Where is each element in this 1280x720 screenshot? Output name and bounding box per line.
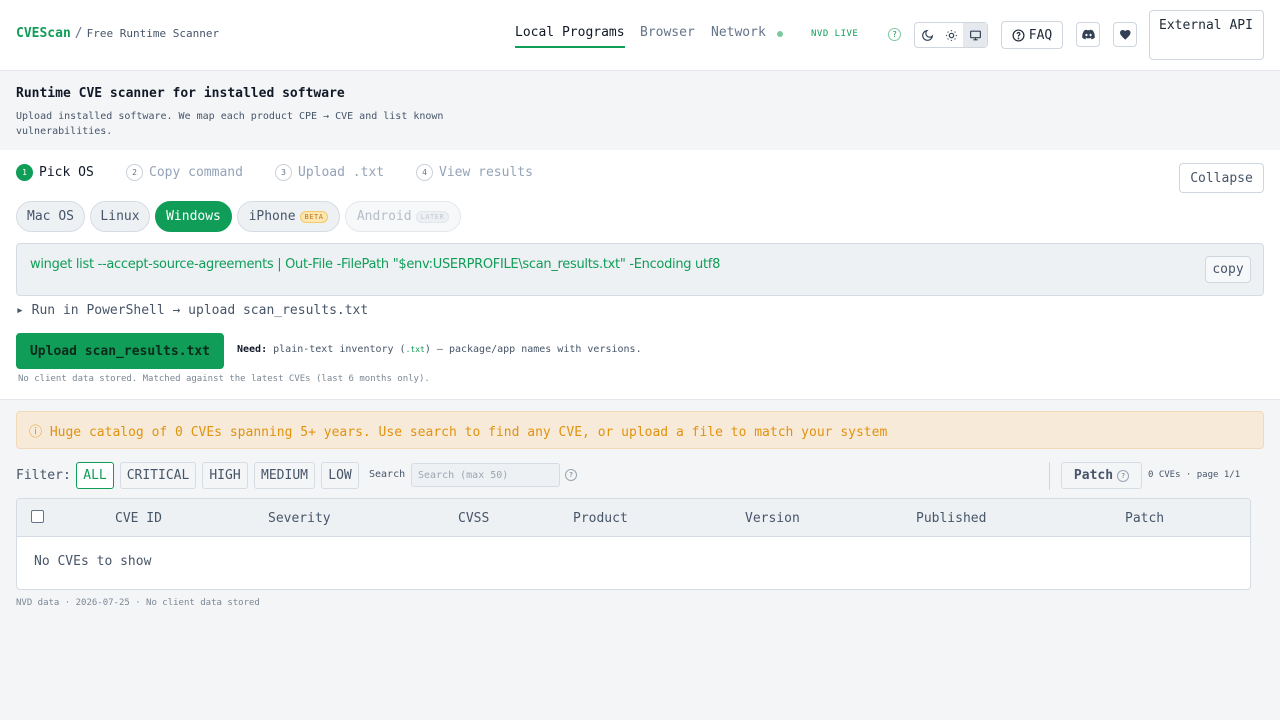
column-published[interactable]: Published [916,511,986,526]
column-patch[interactable]: Patch [1125,511,1164,526]
column-cvss[interactable]: CVSS [458,511,489,526]
command-box: winget list --accept-source-agreements |… [16,243,1264,296]
os-android-label: Android [356,209,412,224]
help-icon[interactable]: ? [888,28,901,41]
step-copy-command[interactable]: 2 Copy command [126,164,243,181]
sun-icon [945,29,957,41]
select-all-checkbox[interactable] [31,510,44,523]
filter-high[interactable]: HIGH [202,462,248,489]
os-iphone-button[interactable]: iPhone BETA [237,201,340,232]
dark-theme-button[interactable] [915,23,939,47]
theme-switcher [914,22,988,48]
step-number: 3 [275,164,292,181]
brand-separator: / [74,26,83,41]
beta-badge: BETA [299,210,329,223]
column-severity[interactable]: Severity [268,511,331,526]
step-pick-os[interactable]: 1 Pick OS [16,164,94,181]
external-api-button[interactable]: External API [1149,10,1264,60]
search-label: Search [369,469,406,480]
discord-icon [1081,29,1095,40]
upload-button[interactable]: Upload scan_results.txt [16,333,224,369]
live-status-dot [777,31,783,37]
brand[interactable]: CVEScan / Free Runtime Scanner [16,26,219,41]
nvd-live-badge: NVD LIVE [811,29,859,39]
toolbar-divider [1049,462,1050,490]
filter-label: Filter: [16,468,71,483]
upload-requirements: Need: plain-text inventory (.txt) — pack… [237,344,642,355]
search-help-icon[interactable]: ? [565,469,577,481]
column-product[interactable]: Product [573,511,628,526]
page-title: Runtime CVE scanner for installed softwa… [16,86,345,101]
footer: NVD data · 2026-07-25 · No client data s… [16,598,260,608]
step-number: 1 [16,164,33,181]
os-windows-button[interactable]: Windows [155,201,232,232]
page-description: Upload installed software. We map each p… [16,111,444,137]
page-info: 0 CVEs · page 1/1 [1148,470,1241,480]
search-input[interactable] [411,463,560,487]
column-version[interactable]: Version [745,511,800,526]
favorite-button[interactable] [1113,22,1137,47]
filter-all[interactable]: ALL [76,462,114,489]
catalog-banner: ⓘ Huge catalog of 0 CVEs spanning 5+ yea… [16,411,1264,449]
tab-browser[interactable]: Browser [640,25,695,40]
table-header: CVE ID Severity CVSS Product Version Pub… [17,499,1250,537]
os-macos-button[interactable]: Mac OS [16,201,85,232]
cve-table: CVE ID Severity CVSS Product Version Pub… [16,498,1251,590]
question-circle-icon [1012,28,1025,42]
heart-icon [1119,29,1130,40]
step-label: View results [439,165,533,180]
need-extension: .txt [405,345,425,354]
filter-medium[interactable]: MEDIUM [254,462,315,489]
need-label: Need: [237,344,268,355]
privacy-note: No client data stored. Matched against t… [18,374,430,384]
step-label: Upload .txt [298,165,385,180]
top-bar: CVEScan / Free Runtime Scanner Local Progr… [0,0,1280,71]
discord-button[interactable] [1076,22,1100,47]
step-number: 4 [416,164,433,181]
run-hint: ▸ Run in PowerShell → upload scan_result… [16,303,369,318]
brand-subtitle: Free Runtime Scanner [86,27,220,40]
copy-button[interactable]: copy [1205,256,1251,283]
later-badge: LATER [415,210,450,223]
faq-label: FAQ [1028,27,1053,43]
monitor-icon [969,30,981,40]
tab-local-programs[interactable]: Local Programs [515,25,625,48]
step-upload-txt[interactable]: 3 Upload .txt [275,164,384,181]
command-text[interactable]: winget list --accept-source-agreements |… [30,257,720,272]
column-cve-id[interactable]: CVE ID [115,511,162,526]
patch-help-icon: ? [1117,469,1130,482]
intro-section: Runtime CVE scanner for installed softwa… [0,71,1280,150]
faq-button[interactable]: FAQ [1001,21,1063,49]
need-text-post: ) — package/app names with versions. [424,344,642,355]
scan-wizard: 1 Pick OS 2 Copy command 3 Upload .txt 4… [0,150,1280,400]
os-iphone-label: iPhone [248,209,296,224]
step-number: 2 [126,164,143,181]
brand-logo[interactable]: CVEScan [16,26,71,41]
light-theme-button[interactable] [939,23,963,47]
filter-critical[interactable]: CRITICAL [120,462,196,489]
filter-low[interactable]: LOW [321,462,359,489]
moon-icon [921,29,933,41]
os-linux-button[interactable]: Linux [90,201,150,232]
collapse-button[interactable]: Collapse [1179,163,1264,193]
empty-state: No CVEs to show [34,554,152,569]
tab-network[interactable]: Network [711,25,766,40]
patch-label: Patch [1073,468,1114,483]
system-theme-button[interactable] [963,23,987,47]
step-view-results[interactable]: 4 View results [416,164,533,181]
os-android-button: Android LATER [345,201,461,232]
need-text-pre: plain-text inventory ( [267,344,406,355]
patch-filter-button[interactable]: Patch ? [1061,462,1142,489]
step-label: Copy command [149,165,243,180]
step-label: Pick OS [39,165,94,180]
